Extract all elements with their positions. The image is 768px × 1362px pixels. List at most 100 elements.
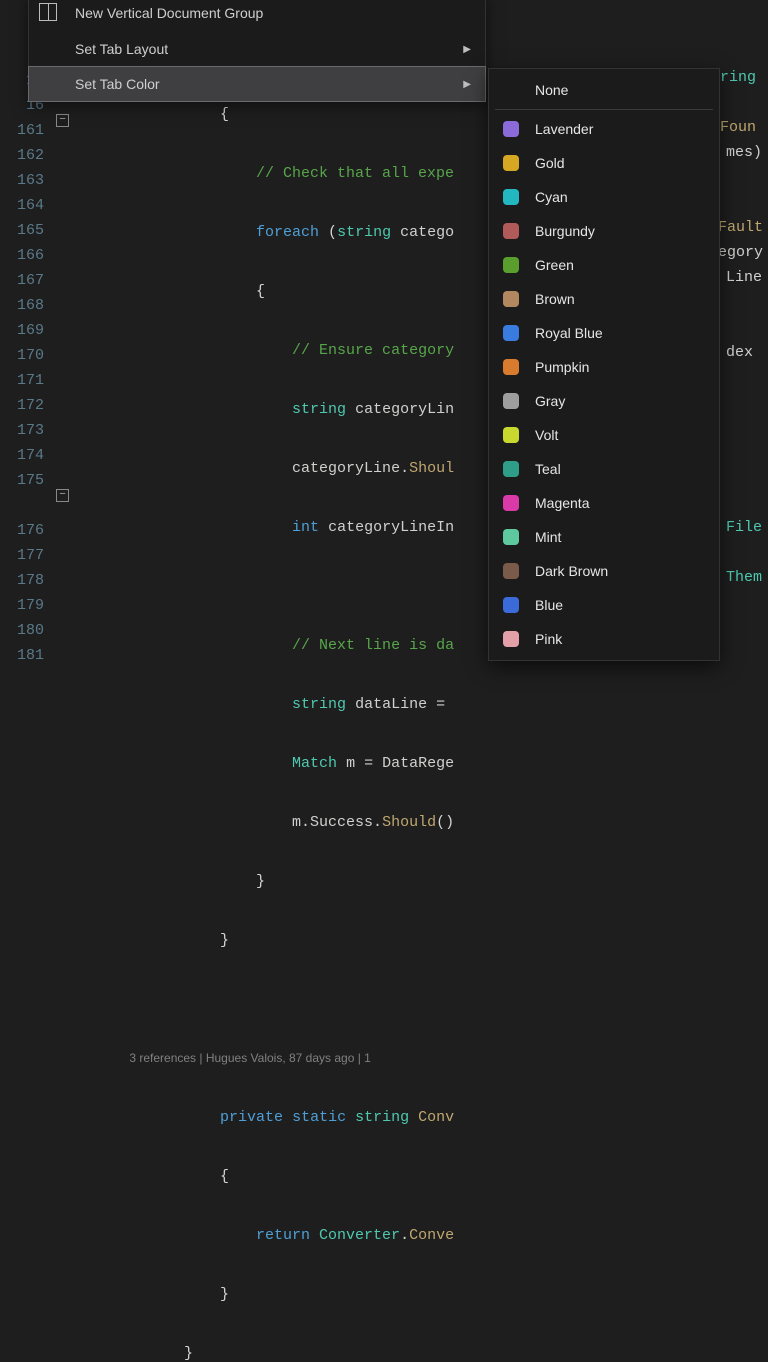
code-fragment: dex xyxy=(726,344,753,361)
line-number: 161 xyxy=(0,118,52,143)
fold-toggle-icon[interactable]: − xyxy=(56,114,69,127)
line-number-gutter: 1516161162163164165166167168169170171172… xyxy=(0,0,52,681)
color-label: None xyxy=(535,82,568,98)
color-gold[interactable]: Gold xyxy=(489,146,719,180)
submenu-arrow-icon: ▶ xyxy=(463,44,471,55)
color-swatch xyxy=(503,121,519,137)
color-label: Gold xyxy=(535,155,565,171)
color-label: Gray xyxy=(535,393,565,409)
fold-column: − − xyxy=(52,0,76,681)
color-swatch xyxy=(503,495,519,511)
color-volt[interactable]: Volt xyxy=(489,418,719,452)
line-number: 175 xyxy=(0,468,52,493)
color-teal[interactable]: Teal xyxy=(489,452,719,486)
menu-separator xyxy=(495,109,713,110)
color-label: Pumpkin xyxy=(535,359,589,375)
code-fragment: mes) xyxy=(726,144,762,161)
color-label: Dark Brown xyxy=(535,563,608,579)
color-swatch xyxy=(503,563,519,579)
tab-context-menu[interactable]: New Vertical Document Group Set Tab Layo… xyxy=(28,0,486,102)
line-number: 171 xyxy=(0,368,52,393)
color-label: Royal Blue xyxy=(535,325,603,341)
color-label: Teal xyxy=(535,461,561,477)
submenu-arrow-icon: ▶ xyxy=(463,79,471,90)
color-label: Blue xyxy=(535,597,563,613)
color-gray[interactable]: Gray xyxy=(489,384,719,418)
line-number: 167 xyxy=(0,268,52,293)
color-blue[interactable]: Blue xyxy=(489,588,719,622)
color-cyan[interactable]: Cyan xyxy=(489,180,719,214)
line-number: 176 xyxy=(0,518,52,543)
color-brown[interactable]: Brown xyxy=(489,282,719,316)
color-swatch xyxy=(503,359,519,375)
color-swatch xyxy=(503,189,519,205)
menu-label: New Vertical Document Group xyxy=(75,5,263,21)
color-swatch xyxy=(503,155,519,171)
line-number: 172 xyxy=(0,393,52,418)
color-pink[interactable]: Pink xyxy=(489,622,719,656)
color-label: Magenta xyxy=(535,495,589,511)
color-lavender[interactable]: Lavender xyxy=(489,112,719,146)
split-vertical-icon xyxy=(39,3,57,21)
code-keyword: foreach xyxy=(256,224,319,241)
line-number: 165 xyxy=(0,218,52,243)
line-number: 162 xyxy=(0,143,52,168)
line-number: 168 xyxy=(0,293,52,318)
color-dark-brown[interactable]: Dark Brown xyxy=(489,554,719,588)
color-swatch xyxy=(503,631,519,647)
color-swatch xyxy=(503,393,519,409)
color-swatch xyxy=(503,257,519,273)
menu-label: Set Tab Layout xyxy=(75,41,168,57)
code-type: string xyxy=(337,224,391,241)
color-magenta[interactable]: Magenta xyxy=(489,486,719,520)
color-swatch xyxy=(503,325,519,341)
color-label: Cyan xyxy=(535,189,568,205)
color-swatch xyxy=(503,427,519,443)
code-fragment: egory xyxy=(718,244,763,261)
color-label: Green xyxy=(535,257,574,273)
color-swatch xyxy=(503,597,519,613)
color-burgundy[interactable]: Burgundy xyxy=(489,214,719,248)
color-swatch xyxy=(503,223,519,239)
code-fragment: File xyxy=(726,519,762,536)
line-number: 179 xyxy=(0,593,52,618)
line-number: 164 xyxy=(0,193,52,218)
color-label: Brown xyxy=(535,291,575,307)
color-swatch xyxy=(503,291,519,307)
color-pumpkin[interactable]: Pumpkin xyxy=(489,350,719,384)
line-number: 166 xyxy=(0,243,52,268)
fold-toggle-icon[interactable]: − xyxy=(56,489,69,502)
color-mint[interactable]: Mint xyxy=(489,520,719,554)
menu-set-tab-layout[interactable]: Set Tab Layout ▶ xyxy=(29,31,485,67)
codelens-mid[interactable]: 3 references | Hugues Valois, 87 days ag… xyxy=(76,1046,768,1071)
code-fragment: Fault xyxy=(718,219,763,236)
line-number: 174 xyxy=(0,443,52,468)
color-label: Volt xyxy=(535,427,558,443)
color-none[interactable]: None xyxy=(489,73,719,107)
code-fragment: Them xyxy=(726,569,762,586)
color-label: Burgundy xyxy=(535,223,595,239)
line-number xyxy=(0,493,52,518)
color-swatch xyxy=(503,529,519,545)
color-swatch xyxy=(503,461,519,477)
line-number: 178 xyxy=(0,568,52,593)
color-label: Mint xyxy=(535,529,561,545)
line-number: 163 xyxy=(0,168,52,193)
line-number: 181 xyxy=(0,643,52,668)
color-label: Lavender xyxy=(535,121,593,137)
color-label: Pink xyxy=(535,631,562,647)
menu-new-vertical-doc-group[interactable]: New Vertical Document Group xyxy=(29,0,485,31)
code-fragment: Foun xyxy=(720,119,756,136)
color-green[interactable]: Green xyxy=(489,248,719,282)
line-number: 170 xyxy=(0,343,52,368)
code-fragment: ring xyxy=(720,69,756,86)
code-fragment: Line xyxy=(726,269,762,286)
menu-set-tab-color[interactable]: Set Tab Color ▶ xyxy=(28,66,486,102)
line-number: 177 xyxy=(0,543,52,568)
tab-color-submenu[interactable]: None Lavender Gold Cyan Burgundy Green Brown R… xyxy=(488,68,720,661)
line-number: 169 xyxy=(0,318,52,343)
menu-label: Set Tab Color xyxy=(75,76,160,92)
code-comment: // Check that all expe xyxy=(256,165,454,182)
line-number: 173 xyxy=(0,418,52,443)
color-royal-blue[interactable]: Royal Blue xyxy=(489,316,719,350)
